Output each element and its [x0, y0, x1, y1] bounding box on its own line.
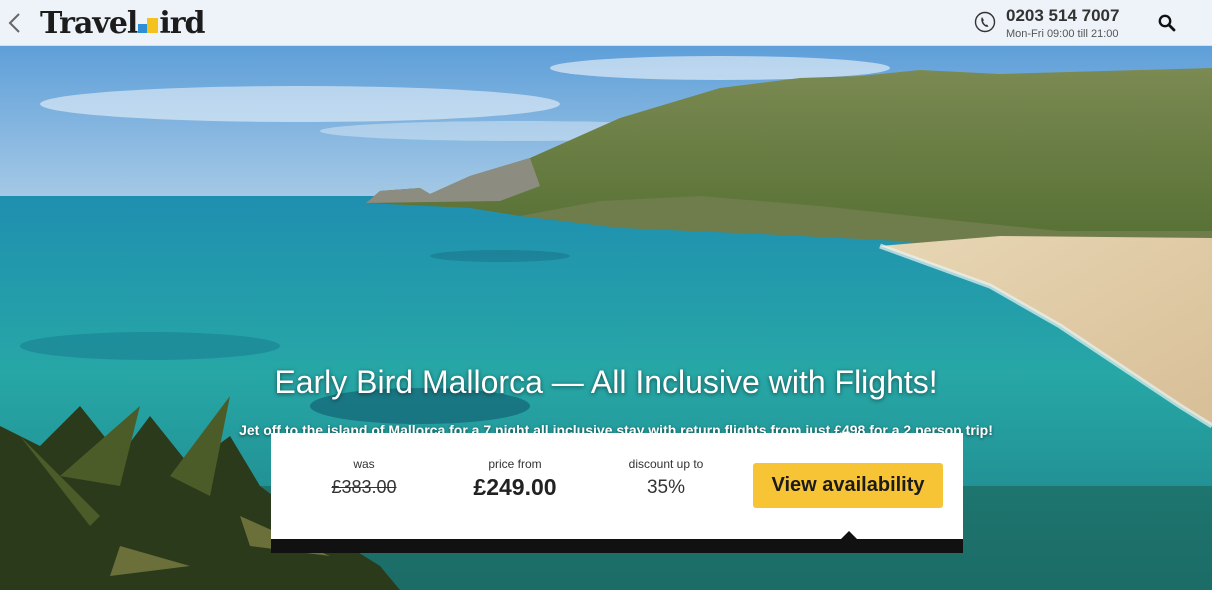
logo-text-right: ird [159, 5, 205, 41]
hero-title: Early Bird Mallorca — All Inclusive with… [274, 364, 938, 400]
price-from-label: price from [488, 457, 542, 471]
price-panel-footer-bar [271, 539, 963, 553]
top-header: Travel ird 0203 514 7007 Mon-Fri 09:00 t… [0, 0, 1212, 46]
was-price-column: was £383.00 [309, 457, 419, 498]
was-label: was [353, 457, 375, 471]
phone-icon [974, 11, 996, 33]
phone-hours: Mon-Fri 09:00 till 21:00 [1006, 28, 1119, 40]
view-availability-button[interactable]: View availability [753, 463, 943, 508]
logo-bird-mark-icon [138, 12, 159, 34]
price-from-column: price from £249.00 [460, 457, 570, 501]
search-icon[interactable] [1157, 13, 1177, 33]
back-chevron-icon[interactable] [6, 12, 24, 34]
logo-text-left: Travel [40, 5, 138, 41]
price-panel: was £383.00 price from £249.00 discount … [271, 433, 963, 539]
travelbird-logo[interactable]: Travel ird [40, 5, 206, 41]
was-price-value: £383.00 [331, 477, 397, 497]
price-from-value: £249.00 [473, 474, 557, 500]
phone-number[interactable]: 0203 514 7007 [1006, 6, 1119, 26]
discount-column: discount up to 35% [611, 457, 721, 499]
button-pointer-notch [840, 531, 858, 540]
discount-label: discount up to [628, 457, 704, 471]
discount-value: 35% [646, 477, 686, 498]
